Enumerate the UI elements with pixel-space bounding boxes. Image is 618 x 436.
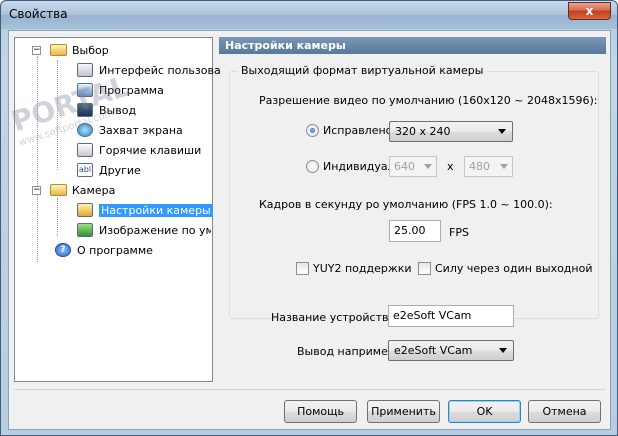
dropdown-value: 320 x 240 <box>395 125 451 138</box>
custom-height-stepper[interactable]: 480 <box>464 156 513 177</box>
tree-item-camera[interactable]: − Камера <box>32 182 212 200</box>
window-interface-icon <box>77 63 93 77</box>
tree-item-interface[interactable]: Интерфейс пользова <box>77 62 221 80</box>
dialog-client-area: − Выбор Интерфейс пользова Программа Выв… <box>8 30 611 430</box>
resolution-label: Разрешение видео по умолчанию (160x120 ~… <box>259 94 598 107</box>
device-name-value: e2eSoft VCam <box>393 309 472 322</box>
chevron-down-icon <box>424 164 432 169</box>
fixed-label: Исправлено: <box>323 124 397 137</box>
tree-item-label: Выбор <box>72 44 109 57</box>
tree-item-hotkeys[interactable]: Горячие клавиши <box>77 142 211 160</box>
fixed-resolution-radio[interactable] <box>306 124 319 137</box>
tree-item-label: Камера <box>72 184 116 197</box>
output-format-group: Выходящий формат виртуальной камеры Разр… <box>229 64 599 319</box>
divider <box>14 389 606 390</box>
camera-settings-panel: Настройки камеры Выходящий формат виртуа… <box>219 37 606 382</box>
tree-item-label: Захват экрана <box>99 124 183 137</box>
group-title: Выходящий формат виртуальной камеры <box>238 64 487 77</box>
tree-line <box>37 56 38 262</box>
stepper-value: 480 <box>469 160 490 173</box>
tree-item-label: О программе <box>77 244 153 257</box>
tree-item-label: Горячие клавиши <box>99 144 202 157</box>
chevron-down-icon <box>499 348 507 353</box>
output-label: Вывод например: <box>297 345 399 358</box>
fixed-resolution-dropdown[interactable]: 320 x 240 <box>389 121 513 142</box>
tree-item-screen-capture[interactable]: Захват экрана <box>77 122 211 140</box>
title-bar[interactable]: Свойства x <box>1 1 617 29</box>
text-abc-icon: abl <box>77 163 93 177</box>
cancel-button[interactable]: Отмена <box>528 400 601 423</box>
tree-item-label: Другие <box>99 164 141 177</box>
fps-input[interactable]: 25.00 <box>389 220 441 242</box>
help-button[interactable]: Помощь <box>284 400 357 423</box>
output-dropdown[interactable]: e2eSoft VCam <box>388 340 514 361</box>
settings-tree[interactable]: − Выбор Интерфейс пользова Программа Выв… <box>8 37 221 382</box>
apply-button[interactable]: Применить <box>367 400 440 423</box>
tree-item-label: Вывод <box>99 104 137 117</box>
open-folder-icon <box>50 184 67 196</box>
ok-button[interactable]: OK <box>448 400 521 423</box>
collapse-icon[interactable]: − <box>32 186 41 195</box>
pencil-keyboard-icon <box>77 143 93 157</box>
program-gear-icon <box>77 83 93 97</box>
chevron-down-icon <box>500 164 508 169</box>
window-title: Свойства <box>9 7 68 21</box>
tree-item-about[interactable]: ? О программе <box>55 242 211 260</box>
custom-label: Индивидуальны <box>323 160 393 173</box>
image-icon <box>77 223 93 237</box>
dropdown-value: e2eSoft VCam <box>394 344 473 357</box>
close-button[interactable]: x <box>568 2 611 20</box>
tree-line <box>57 60 58 170</box>
chevron-down-icon <box>498 129 506 134</box>
properties-window: Свойства x − Выбор Интерфейс пользова Пр… <box>0 0 618 436</box>
yuy2-checkbox[interactable] <box>296 262 309 275</box>
fps-value: 25.00 <box>394 224 426 237</box>
tree-item-output[interactable]: Вывод <box>77 102 211 120</box>
tree-item-label: Программа <box>99 84 164 97</box>
tree-item-label: Настройки камеры <box>99 204 213 217</box>
tree-item-default-image[interactable]: Изображение по умол <box>77 222 211 240</box>
globe-capture-icon <box>77 123 93 137</box>
yuy2-label: YUY2 поддержки <box>313 262 412 275</box>
custom-width-stepper[interactable]: 640 <box>389 156 437 177</box>
camera-settings-icon <box>77 203 93 217</box>
device-name-input[interactable]: e2eSoft VCam <box>388 305 514 327</box>
force-output-label: Силу через один выходной р <box>435 262 593 275</box>
panel-header: Настройки камеры <box>219 37 606 54</box>
fps-unit: FPS <box>449 226 469 239</box>
stepper-value: 640 <box>394 160 415 173</box>
tree-line <box>57 198 58 236</box>
help-icon: ? <box>55 243 71 257</box>
tree-item-label: Изображение по умол <box>99 224 211 237</box>
collapse-icon[interactable]: − <box>32 46 41 55</box>
custom-resolution-radio[interactable] <box>306 160 319 173</box>
monitor-icon <box>77 103 93 117</box>
open-folder-icon <box>50 44 67 56</box>
tree-item-other[interactable]: abl Другие <box>77 162 211 180</box>
device-name-label: Название устройства: <box>271 311 399 324</box>
fps-label: Кадров в секунду ро умолчанию (FPS 1.0 ~… <box>259 198 553 211</box>
custom-separator: x <box>447 160 454 173</box>
tree-item-camera-settings[interactable]: Настройки камеры <box>77 202 213 220</box>
tree-item-program[interactable]: Программа <box>77 82 211 100</box>
tree-item-label: Интерфейс пользова <box>99 64 221 77</box>
tree-item-vybor[interactable]: − Выбор <box>32 42 212 60</box>
force-output-checkbox[interactable] <box>418 262 431 275</box>
